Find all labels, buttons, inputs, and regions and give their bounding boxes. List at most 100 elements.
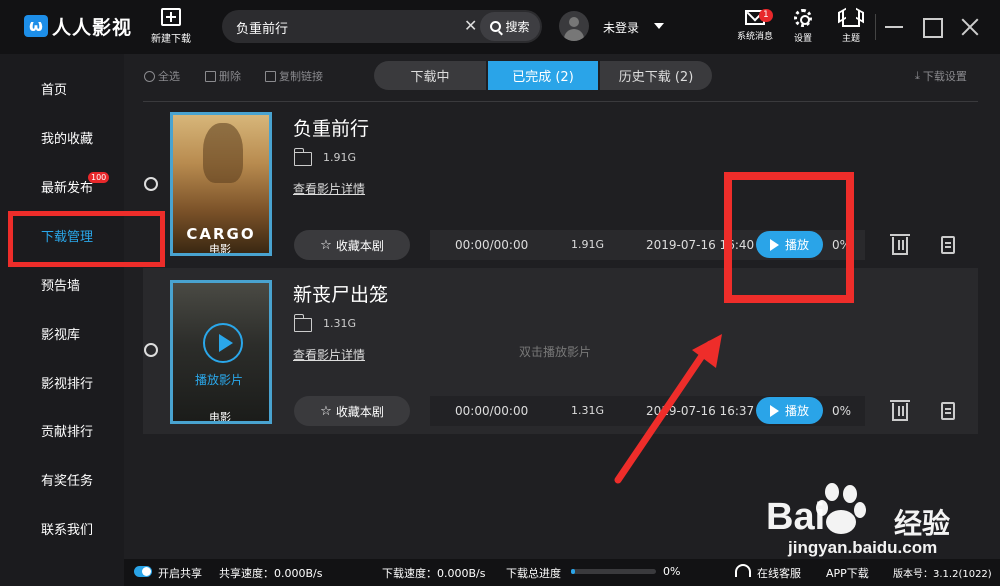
trash-icon xyxy=(205,70,216,82)
poster-play-label[interactable]: 播放影片 xyxy=(195,371,243,388)
folder-icon[interactable] xyxy=(294,314,312,332)
login-status[interactable]: 未登录 xyxy=(603,19,639,36)
total-progress-bar xyxy=(571,569,656,574)
online-service-link[interactable]: 在线客服 xyxy=(757,565,801,581)
share-toggle[interactable] xyxy=(134,566,152,577)
download-settings-button[interactable]: ⤓ 下载设置 xyxy=(915,68,967,84)
movie-title: 新丧尸出笼 xyxy=(293,284,389,306)
new-download-button[interactable]: 新建下载 xyxy=(148,8,194,45)
divider xyxy=(875,14,876,40)
movie-size: 1.31G xyxy=(323,317,357,330)
row-select-radio[interactable] xyxy=(144,343,158,357)
shirt-icon xyxy=(842,10,860,27)
check-circle-icon xyxy=(144,70,155,82)
play-button[interactable]: 播放 xyxy=(756,397,823,424)
download-settings-label: 下载设置 xyxy=(922,70,967,83)
logo-mark-icon: ω xyxy=(24,15,48,37)
close-icon[interactable] xyxy=(959,16,981,38)
copy-link-button[interactable]: 复制链接 xyxy=(265,68,323,84)
play-icon xyxy=(769,404,779,417)
sidebar-item-library[interactable]: 影视库 xyxy=(41,324,80,343)
sidebar-item-home[interactable]: 首页 xyxy=(41,79,67,98)
folder-icon[interactable] xyxy=(294,148,312,166)
movie-detail-link[interactable]: 查看影片详情 xyxy=(293,180,365,197)
favorite-button-label: 收藏本剧 xyxy=(335,404,384,419)
select-all-button[interactable]: 全选 xyxy=(144,68,180,84)
chevron-down-icon[interactable] xyxy=(654,23,664,29)
watermark-brand-cn: 经验 xyxy=(894,507,951,540)
sidebar-item-trailers[interactable]: 预告墙 xyxy=(41,275,80,294)
total-progress-value: 0% xyxy=(663,565,681,578)
favorite-button[interactable]: ☆ 收藏本剧 xyxy=(294,396,410,426)
system-message-label: 系统消息 xyxy=(736,32,773,42)
search-box: ✕ 搜索 xyxy=(222,10,542,43)
maximize-icon[interactable] xyxy=(921,16,943,38)
app-logo[interactable]: ω 人人影视 xyxy=(24,13,132,39)
delete-button[interactable]: 删除 xyxy=(205,68,241,84)
trash-icon[interactable] xyxy=(890,400,910,421)
movie-poster[interactable]: 播放影片 电影 xyxy=(170,280,272,424)
favorite-button-label: 收藏本剧 xyxy=(335,238,384,253)
annotation-highlight-box xyxy=(724,172,854,303)
poster-tag: 电影 xyxy=(209,411,231,424)
settings-button[interactable]: 设置 xyxy=(790,8,816,44)
sidebar-item-tasks[interactable]: 有奖任务 xyxy=(41,470,93,489)
total-progress-label: 下载总进度 xyxy=(506,567,561,580)
star-icon: ☆ xyxy=(320,237,332,253)
document-icon[interactable] xyxy=(941,236,955,254)
tab-history[interactable]: 历史下载 (2) xyxy=(600,61,712,90)
movie-poster[interactable]: CARGO 电影 xyxy=(170,112,272,256)
movie-title: 负重前行 xyxy=(293,118,370,140)
search-icon xyxy=(490,21,502,32)
sidebar-item-latest[interactable]: 最新发布 xyxy=(41,177,93,196)
movie-detail-link[interactable]: 查看影片详情 xyxy=(293,346,365,363)
play-button-label: 播放 xyxy=(784,404,809,418)
delete-label: 删除 xyxy=(219,70,241,83)
annotation-highlight-box xyxy=(8,211,165,267)
search-button-label: 搜索 xyxy=(505,20,530,34)
movie-size: 1.91G xyxy=(323,151,357,164)
tab-completed[interactable]: 已完成 (2) xyxy=(488,61,598,90)
copy-icon xyxy=(265,70,276,82)
sidebar-item-favorites[interactable]: 我的收藏 xyxy=(41,128,93,147)
sidebar-item-contact[interactable]: 联系我们 xyxy=(41,519,93,538)
headset-icon[interactable] xyxy=(735,564,751,577)
search-input[interactable] xyxy=(236,17,466,37)
play-time: 00:00/00:00 xyxy=(455,238,529,252)
search-button[interactable]: 搜索 xyxy=(480,12,540,41)
theme-label: 主题 xyxy=(841,34,860,44)
trash-icon[interactable] xyxy=(890,234,910,255)
double-click-hint: 双击播放影片 xyxy=(519,345,592,359)
settings-label: 设置 xyxy=(793,34,812,44)
minimize-icon[interactable] xyxy=(883,16,905,38)
annotation-arrow-icon xyxy=(614,334,722,484)
clear-icon[interactable]: ✕ xyxy=(464,16,477,35)
sidebar-item-ranking[interactable]: 影视排行 xyxy=(41,373,93,392)
new-download-label: 新建下载 xyxy=(151,34,191,45)
play-time: 00:00/00:00 xyxy=(455,404,529,418)
file-size: 1.31G xyxy=(571,404,605,417)
app-download-link[interactable]: APP下载 xyxy=(826,565,869,581)
avatar[interactable] xyxy=(559,11,589,41)
row-select-radio[interactable] xyxy=(144,177,158,191)
theme-button[interactable]: 主题 xyxy=(838,8,864,44)
copy-link-label: 复制链接 xyxy=(279,70,323,83)
share-speed: 共享速度：0.000B/s xyxy=(219,567,323,580)
watermark-brand: Bai xyxy=(766,496,826,538)
favorite-button[interactable]: ☆ 收藏本剧 xyxy=(294,230,410,260)
document-icon[interactable] xyxy=(941,402,955,420)
file-size: 1.91G xyxy=(571,238,605,251)
version-text: 版本号：3.1.2(1022) xyxy=(893,569,992,580)
message-count-badge: 1 xyxy=(759,9,773,22)
progress-percent: 0% xyxy=(832,404,852,418)
download-icon: ⤓ xyxy=(915,69,920,82)
latest-count-badge: 100 xyxy=(88,172,110,183)
play-circle-icon[interactable] xyxy=(203,323,243,363)
select-all-label: 全选 xyxy=(158,70,180,83)
share-toggle-label: 开启共享 xyxy=(158,567,202,580)
star-icon: ☆ xyxy=(320,403,332,419)
tab-downloading[interactable]: 下载中 xyxy=(374,61,486,90)
sidebar-item-contributors[interactable]: 贡献排行 xyxy=(41,421,93,440)
watermark-url: jingyan.baidu.com xyxy=(788,538,938,557)
poster-tag: 电影 xyxy=(209,243,231,256)
